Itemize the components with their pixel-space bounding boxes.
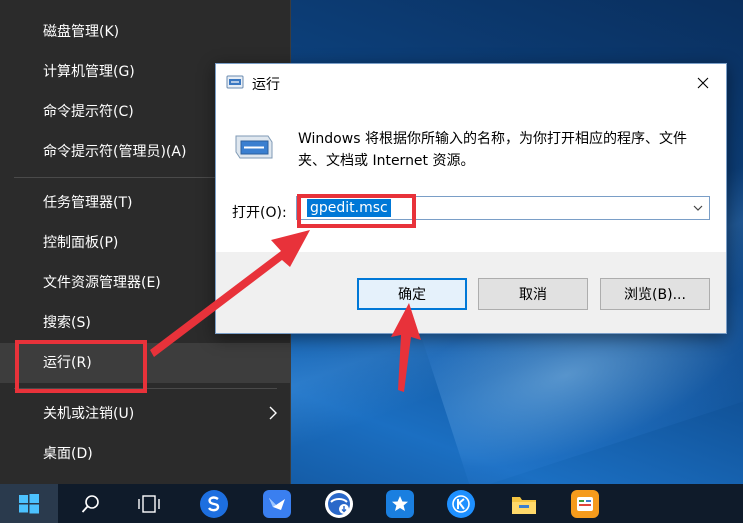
taskbar-app-browser-download[interactable] — [310, 484, 368, 523]
sogou-browser-icon — [200, 489, 228, 518]
ithome-icon — [571, 489, 599, 518]
arrow-to-input — [150, 230, 310, 357]
start-button[interactable] — [0, 484, 58, 523]
feishu-icon — [263, 489, 291, 518]
taskbar-app-ithome[interactable] — [556, 484, 614, 523]
taskbar-app-sogou[interactable] — [185, 484, 243, 523]
arrow-to-ok-button — [391, 303, 421, 392]
taskbar-app-file-explorer[interactable] — [495, 484, 553, 523]
task-view-button[interactable] — [120, 484, 178, 523]
annotation-arrows — [150, 230, 421, 392]
file-explorer-icon — [510, 490, 538, 518]
taskbar — [0, 484, 743, 523]
taskbar-app-favorites[interactable] — [371, 484, 429, 523]
kugou-icon — [447, 489, 475, 518]
taskbar-app-feishu[interactable] — [248, 484, 306, 523]
search-icon — [81, 494, 99, 513]
task-view-icon — [138, 494, 160, 513]
browser-download-icon — [325, 489, 353, 518]
taskbar-app-kugou[interactable] — [432, 484, 490, 523]
taskbar-search-button[interactable] — [62, 484, 120, 523]
favorites-star-icon — [386, 489, 414, 518]
windows-logo-icon — [19, 493, 39, 513]
